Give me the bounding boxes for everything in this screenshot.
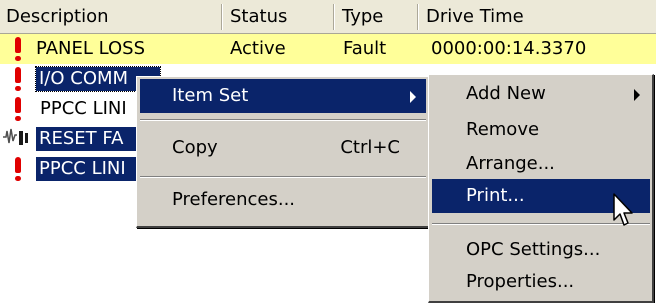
column-divider[interactable]	[221, 4, 223, 30]
column-header-description[interactable]: Description	[0, 0, 222, 33]
menu-item-copy[interactable]: Copy Ctrl+C	[140, 131, 426, 165]
triangle-right-icon	[410, 91, 416, 103]
row-description: PANEL LOSS	[36, 38, 146, 59]
triangle-right-icon	[634, 89, 640, 101]
menu-separator	[140, 176, 426, 178]
menu-item-label: Properties...	[466, 271, 575, 292]
row-description: PPCC LINI	[36, 157, 150, 181]
column-header-status[interactable]: Status	[224, 0, 334, 33]
exclamation-icon	[14, 64, 22, 94]
menu-item-arrange[interactable]: Arrange...	[432, 147, 650, 181]
menu-item-label: Add New	[466, 83, 546, 104]
menu-item-properties[interactable]: Properties...	[432, 265, 650, 299]
reset-waveform-icon	[3, 128, 28, 145]
menu-item-shortcut: Ctrl+C	[340, 137, 400, 158]
menu-item-label: Item Set	[172, 85, 249, 106]
menu-item-label: OPC Settings...	[466, 239, 601, 260]
table-row[interactable]: PANEL LOSS Active Fault 0000:00:14.3370	[0, 34, 656, 64]
column-divider[interactable]	[333, 4, 335, 30]
menu-item-preferences[interactable]: Preferences...	[140, 183, 426, 217]
menu-item-label: Copy	[172, 137, 218, 158]
row-drive-time: 0000:00:14.3370	[431, 38, 587, 59]
menu-separator	[140, 119, 426, 121]
exclamation-icon	[14, 94, 22, 124]
column-header-type[interactable]: Type	[336, 0, 418, 33]
exclamation-icon	[14, 34, 22, 64]
menu-item-add-new[interactable]: Add New	[432, 77, 650, 111]
menu-item-label: Arrange...	[466, 153, 555, 174]
menu-item-item-set[interactable]: Item Set	[140, 79, 426, 113]
menu-item-label: Print...	[466, 185, 525, 206]
column-divider[interactable]	[417, 4, 419, 30]
menu-item-opc-settings[interactable]: OPC Settings...	[432, 233, 650, 267]
row-status: Active	[230, 38, 286, 59]
menu-item-label: Preferences...	[172, 189, 296, 210]
column-header-drive-time[interactable]: Drive Time	[420, 0, 656, 33]
item-set-submenu: Add New Remove Arrange... Print... OPC S…	[428, 74, 654, 303]
arrow-pointer-icon	[613, 193, 633, 226]
row-type: Fault	[343, 38, 387, 59]
column-header: Description Status Type Drive Time	[0, 0, 656, 34]
menu-item-remove[interactable]: Remove	[432, 113, 650, 147]
menu-item-label: Remove	[466, 119, 540, 140]
exclamation-icon	[14, 154, 22, 184]
context-menu: Item Set Copy Ctrl+C Preferences...	[136, 76, 430, 228]
row-description: PPCC LINI	[40, 98, 127, 119]
row-description: RESET FA	[36, 127, 150, 151]
